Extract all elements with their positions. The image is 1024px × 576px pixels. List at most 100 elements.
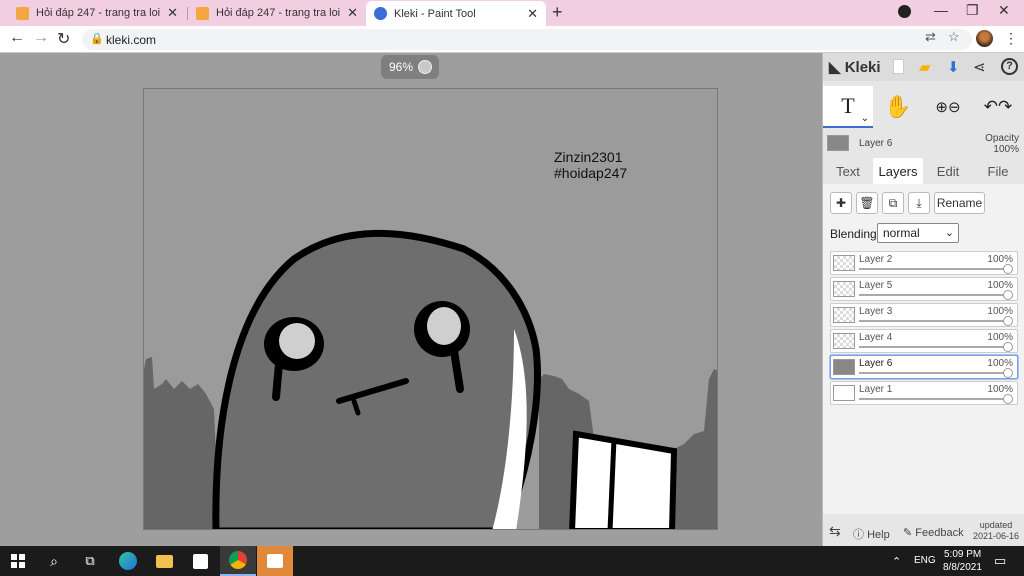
layer-name: Layer 5 — [859, 280, 893, 291]
opacity-value: 100% — [993, 144, 1019, 155]
browser-tab-hoidap-1[interactable]: Hỏi đáp 247 - trang tra loi ✕ — [8, 0, 186, 26]
slider-knob[interactable] — [1003, 342, 1013, 352]
share-icon[interactable]: ⋖ — [973, 58, 986, 76]
layer-item[interactable]: Layer 2 100% — [830, 251, 1018, 275]
chevron-down-icon: ⌄ — [944, 227, 954, 239]
help-icon[interactable]: ? — [1001, 58, 1018, 75]
folder-icon — [155, 554, 173, 568]
zoom-indicator[interactable]: 96% — [381, 55, 439, 79]
layer-opacity-slider[interactable] — [859, 372, 1005, 374]
search-icon[interactable]: ⌕ — [36, 546, 72, 576]
lock-icon: 🔒 — [90, 33, 104, 45]
tab-search-icon[interactable] — [898, 5, 911, 18]
zoom-reset-icon[interactable] — [418, 60, 432, 74]
edge-logo-icon — [119, 552, 137, 570]
canvas-workspace[interactable]: 96% Zinzin2301 #hoidap247 — [0, 53, 822, 546]
slider-knob[interactable] — [1003, 394, 1013, 404]
delete-layer-trash-icon[interactable]: 🗑 — [856, 192, 878, 214]
forward-arrow-icon[interactable]: → — [33, 29, 49, 47]
feedback-icon: ✎ — [903, 527, 913, 539]
drawing-canvas[interactable]: Zinzin2301 #hoidap247 — [143, 88, 718, 530]
edge-browser-icon[interactable] — [110, 546, 146, 576]
store-bag-icon — [192, 553, 208, 569]
browser-tab-kleki[interactable]: Kleki - Paint Tool ✕ — [366, 1, 546, 26]
zoom-in-out-icon[interactable]: ⊕⊖ — [923, 86, 973, 128]
kleki-logo-icon: ◣ — [829, 59, 841, 76]
store-icon[interactable] — [182, 546, 218, 576]
windows-start-icon[interactable] — [0, 546, 36, 576]
tab-file[interactable]: File — [973, 158, 1023, 184]
panel-tabs: Text Layers Edit File — [823, 158, 1024, 184]
slider-knob[interactable] — [1003, 290, 1013, 300]
close-window-icon[interactable]: ✕ — [998, 2, 1010, 19]
profile-avatar[interactable] — [976, 30, 993, 47]
task-view-icon[interactable]: ⧉ — [72, 546, 108, 576]
translate-icon[interactable]: ⇄ — [925, 29, 936, 45]
layer-thumbnail — [833, 385, 855, 401]
close-tab-icon[interactable]: ✕ — [347, 5, 358, 21]
file-explorer-icon[interactable] — [146, 546, 182, 576]
tab-text[interactable]: Text — [823, 158, 873, 184]
layer-opacity-slider[interactable] — [859, 320, 1005, 322]
help-link[interactable]: ⓘ Help — [853, 526, 890, 542]
close-tab-icon[interactable]: ✕ — [167, 5, 178, 21]
browser-tab-hoidap-2[interactable]: Hỏi đáp 247 - trang tra loi ✕ — [188, 0, 366, 26]
feedback-link[interactable]: ✎ Feedback — [903, 526, 964, 539]
minimize-icon[interactable]: — — [934, 2, 948, 18]
layer-item[interactable]: Layer 4 100% — [830, 329, 1018, 353]
layer-opacity-slider[interactable] — [859, 294, 1005, 296]
reload-icon[interactable]: ↻ — [57, 29, 70, 49]
browser-menu-icon[interactable]: ⋮ — [1004, 30, 1018, 47]
chevron-down-icon[interactable]: ⌄ — [861, 113, 869, 124]
language-indicator[interactable]: ENG — [914, 555, 936, 566]
layer-item[interactable]: Layer 3 100% — [830, 303, 1018, 327]
restore-icon[interactable]: ❐ — [966, 2, 979, 19]
hand-tool-icon[interactable]: ✋ — [873, 86, 923, 128]
close-tab-icon[interactable]: ✕ — [527, 6, 538, 22]
merge-layer-icon[interactable]: ⤓ — [908, 192, 930, 214]
swap-side-icon[interactable]: ⇆ — [829, 523, 841, 540]
kleki-favicon-icon — [374, 7, 387, 20]
undo-redo-icon[interactable]: ↶↷ — [973, 86, 1023, 128]
current-layer-info: Layer 6 Opacity 100% — [823, 131, 1024, 159]
layer-name: Layer 2 — [859, 254, 893, 265]
layer-thumbnail — [833, 333, 855, 349]
new-image-icon[interactable] — [893, 59, 904, 74]
layer-item[interactable]: Layer 1 100% — [830, 381, 1018, 405]
slider-knob[interactable] — [1003, 316, 1013, 326]
layer-opacity-slider[interactable] — [859, 398, 1005, 400]
new-tab-plus-icon[interactable]: + — [552, 2, 563, 23]
url-omnibox[interactable]: 🔒 kleki.com — [82, 29, 972, 50]
layer-opacity-slider[interactable] — [859, 346, 1005, 348]
open-folder-icon[interactable]: ▰ — [919, 58, 931, 76]
clock-time[interactable]: 5:09 PM — [944, 549, 981, 560]
text-tool-button[interactable]: T ⌄ — [823, 86, 873, 128]
tab-edit[interactable]: Edit — [923, 158, 973, 184]
notifications-icon[interactable]: ▭ — [994, 553, 1006, 569]
updated-label: updated — [979, 520, 1013, 530]
help-circle-icon: ⓘ — [853, 529, 864, 541]
drawing-artwork — [144, 229, 717, 529]
system-tray-chevron-icon[interactable]: ⌃ — [892, 555, 901, 568]
layer-opacity-slider[interactable] — [859, 268, 1005, 270]
panel-footer: ⇆ ⓘ Help ✎ Feedback updated 2021-06-16 — [823, 518, 1024, 546]
tab-layers[interactable]: Layers — [873, 158, 923, 184]
download-icon[interactable]: ⬇ — [947, 58, 960, 76]
windows-taskbar: ⌕ ⧉ ⌃ ENG 5:09 PM 8/8/2021 ▭ — [0, 546, 1024, 576]
watermark-line-1: Zinzin2301 — [554, 149, 623, 165]
add-layer-plus-icon[interactable]: ✚ — [830, 192, 852, 214]
rename-layer-button[interactable]: Rename — [934, 192, 985, 214]
slider-knob[interactable] — [1003, 368, 1013, 378]
blending-select[interactable]: normal ⌄ — [877, 223, 959, 243]
duplicate-layer-icon[interactable]: ⧉ — [882, 192, 904, 214]
layer-item[interactable]: Layer 5 100% — [830, 277, 1018, 301]
feedback-label: Feedback — [915, 527, 964, 539]
chrome-taskbar-icon[interactable] — [220, 546, 256, 576]
clock-date[interactable]: 8/8/2021 — [943, 562, 982, 573]
bookmark-star-icon[interactable]: ☆ — [948, 29, 960, 45]
app-taskbar-icon[interactable] — [257, 546, 293, 576]
slider-knob[interactable] — [1003, 264, 1013, 274]
browser-tab-bar: Hỏi đáp 247 - trang tra loi ✕ Hỏi đáp 24… — [0, 0, 1024, 26]
back-arrow-icon[interactable]: ← — [9, 29, 25, 47]
layer-item-selected[interactable]: Layer 6 100% — [830, 355, 1018, 379]
